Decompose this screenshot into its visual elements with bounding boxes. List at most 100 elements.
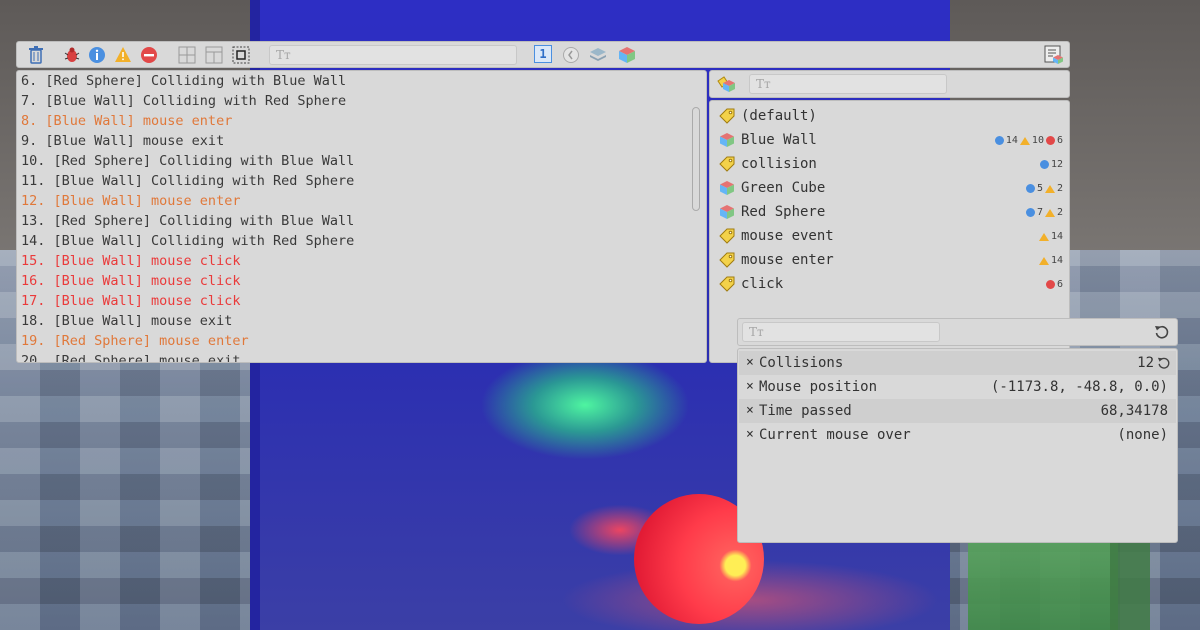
warning-count: 2: [1056, 183, 1063, 194]
log-line[interactable]: 20. [Red Sphere] mouse exit: [21, 351, 240, 362]
error-count-icon: [1045, 136, 1055, 145]
green-light-glow: [480, 350, 690, 460]
watch-row-time-passed[interactable]: × Time passed 68,34178: [739, 399, 1176, 423]
watch-value: 68,34178: [1100, 403, 1168, 419]
tag-label: Green Cube: [741, 180, 826, 196]
tag-label: mouse event: [741, 228, 834, 244]
tag-cube-icon[interactable]: [716, 74, 736, 94]
remove-watch-icon[interactable]: ×: [746, 427, 754, 442]
info-count: 5: [1036, 183, 1043, 194]
watch-search-input[interactable]: Tт: [742, 322, 940, 342]
tag-counts: 12: [1039, 159, 1063, 170]
cube-view-icon[interactable]: [617, 45, 637, 65]
log-line[interactable]: 16. [Blue Wall] mouse click: [21, 271, 240, 291]
log-line[interactable]: 7. [Blue Wall] Colliding with Red Sphere: [21, 91, 346, 111]
warning-count: 2: [1056, 207, 1063, 218]
info-count-icon: [1025, 184, 1035, 193]
warning-count: 14: [1050, 255, 1063, 266]
remove-watch-icon[interactable]: ×: [746, 355, 754, 370]
warning-count-icon: [1019, 136, 1030, 145]
page-number-button[interactable]: 1: [534, 45, 552, 63]
error-filter-icon[interactable]: [139, 45, 159, 65]
warning-count-icon: [1038, 232, 1049, 241]
tag-label: Red Sphere: [741, 204, 826, 220]
log-panel[interactable]: 6. [Red Sphere] Colliding with Blue Wall…: [16, 70, 707, 363]
tag-item-default[interactable]: (default): [717, 105, 1067, 129]
reset-counter-icon[interactable]: [1157, 356, 1171, 374]
tag-counts: 14: [1038, 255, 1063, 266]
watch-row-mouse-position[interactable]: × Mouse position (-1173.8, -48.8, 0.0): [739, 375, 1176, 399]
tag-counts: 7 2: [1025, 207, 1063, 218]
log-line[interactable]: 13. [Red Sphere] Colliding with Blue Wal…: [21, 211, 354, 231]
log-line[interactable]: 10. [Red Sphere] Colliding with Blue Wal…: [21, 151, 354, 171]
log-line[interactable]: 8. [Blue Wall] mouse enter: [21, 111, 232, 131]
log-line[interactable]: 9. [Blue Wall] mouse exit: [21, 131, 224, 151]
info-count: 12: [1050, 159, 1063, 170]
watch-panel-header: Tт: [737, 318, 1178, 346]
tag-label: collision: [741, 156, 817, 172]
bug-icon[interactable]: [62, 45, 82, 65]
log-line[interactable]: 12. [Blue Wall] mouse enter: [21, 191, 240, 211]
tag-item-green-cube[interactable]: Green Cube 5 2: [717, 177, 1067, 201]
warning-count-icon: [1044, 184, 1055, 193]
info-filter-icon[interactable]: [87, 45, 107, 65]
warning-count: 14: [1050, 231, 1063, 242]
remove-watch-icon[interactable]: ×: [746, 403, 754, 418]
log-line[interactable]: 6. [Red Sphere] Colliding with Blue Wall: [21, 71, 346, 91]
cube-icon: [719, 132, 735, 148]
info-count: 14: [1005, 135, 1018, 146]
layers-icon[interactable]: [588, 45, 608, 65]
tag-item-blue-wall[interactable]: Blue Wall 14 10 6: [717, 129, 1067, 153]
tag-item-mouse-enter[interactable]: mouse enter 14: [717, 249, 1067, 273]
tag-label: Blue Wall: [741, 132, 817, 148]
watch-value: 12: [1137, 355, 1154, 371]
tag-counts: 14: [1038, 231, 1063, 242]
console-toolbar: Tт 1: [16, 41, 1070, 68]
info-count-icon: [1039, 160, 1049, 169]
watch-label: Current mouse over: [759, 427, 911, 443]
tag-item-click[interactable]: click 6: [717, 273, 1067, 297]
warning-count: 10: [1031, 135, 1044, 146]
warning-filter-icon[interactable]: [113, 45, 133, 65]
tag-counts: 14 10 6: [994, 135, 1063, 146]
tag-panel-header: Tт: [709, 70, 1070, 98]
tag-item-red-sphere[interactable]: Red Sphere 7 2: [717, 201, 1067, 225]
trash-icon[interactable]: [26, 45, 46, 65]
watch-row-collisions[interactable]: × Collisions 12: [739, 351, 1176, 375]
tag-label: mouse enter: [741, 252, 834, 268]
tag-icon: [719, 228, 735, 244]
layout-grid-icon[interactable]: [177, 45, 197, 65]
log-line[interactable]: 18. [Blue Wall] mouse exit: [21, 311, 232, 331]
tag-label: click: [741, 276, 784, 292]
clock-icon[interactable]: [561, 45, 581, 65]
watch-row-current-mouse-over[interactable]: × Current mouse over (none): [739, 423, 1176, 447]
remove-watch-icon[interactable]: ×: [746, 379, 754, 394]
tag-icon: [719, 108, 735, 124]
warning-count-icon: [1044, 208, 1055, 217]
toolbar-search-input[interactable]: Tт: [269, 45, 517, 65]
log-line[interactable]: 17. [Blue Wall] mouse click: [21, 291, 240, 311]
watch-value: (none): [1117, 427, 1168, 443]
info-count-icon: [994, 136, 1004, 145]
tag-search-input[interactable]: Tт: [749, 74, 947, 94]
tag-icon: [719, 276, 735, 292]
error-count: 6: [1056, 135, 1063, 146]
log-line[interactable]: 19. [Red Sphere] mouse enter: [21, 331, 249, 351]
tag-item-mouse-event[interactable]: mouse event 14: [717, 225, 1067, 249]
log-line[interactable]: 11. [Blue Wall] Colliding with Red Spher…: [21, 171, 354, 191]
log-scrollbar[interactable]: [692, 107, 700, 211]
tag-item-collision[interactable]: collision 12: [717, 153, 1067, 177]
watch-label: Time passed: [759, 403, 852, 419]
reset-icon[interactable]: [1152, 322, 1172, 342]
tag-counts: 5 2: [1025, 183, 1063, 194]
tag-counts: 6: [1045, 279, 1063, 290]
layout-columns-icon[interactable]: [204, 45, 224, 65]
log-line[interactable]: 15. [Blue Wall] mouse click: [21, 251, 240, 271]
panel-settings-icon[interactable]: [1044, 45, 1064, 65]
log-line[interactable]: 14. [Blue Wall] Colliding with Red Spher…: [21, 231, 354, 251]
watch-label: Mouse position: [759, 379, 878, 395]
info-count: 7: [1036, 207, 1043, 218]
cube-icon: [719, 204, 735, 220]
layout-focus-icon[interactable]: [231, 45, 251, 65]
watch-value: (-1173.8, -48.8, 0.0): [990, 379, 1168, 395]
